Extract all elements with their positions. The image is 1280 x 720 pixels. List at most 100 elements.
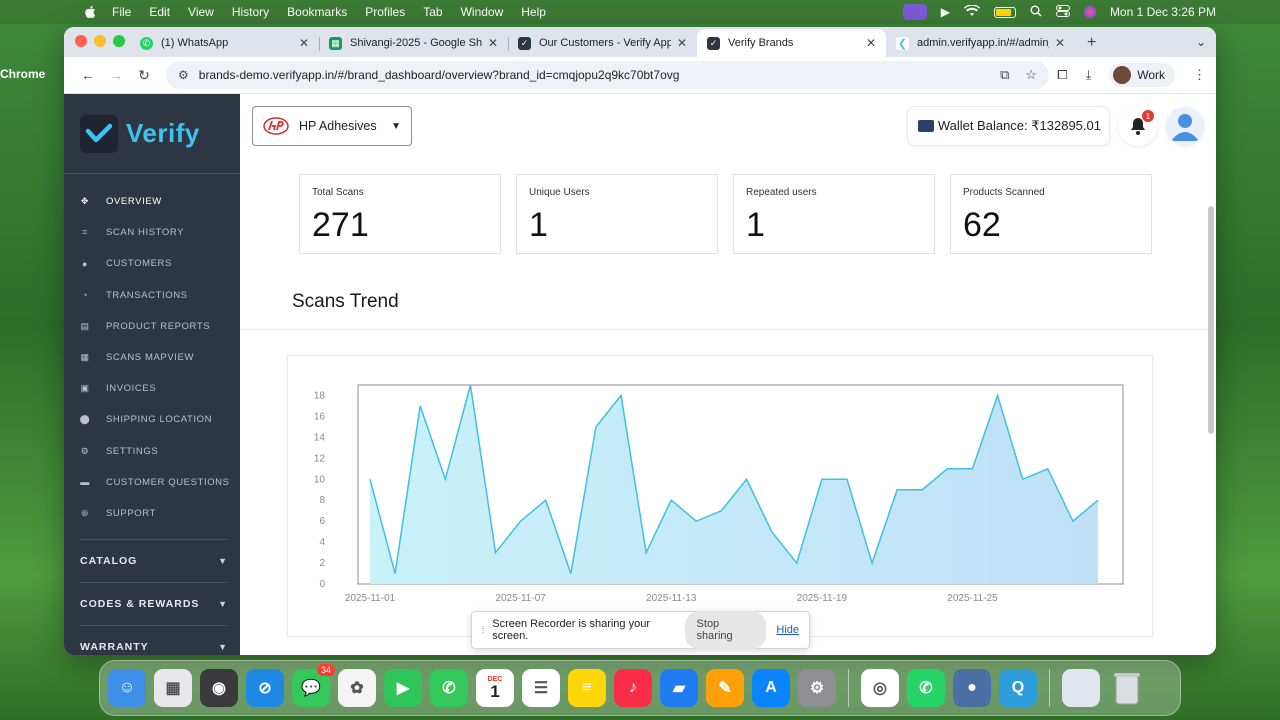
dock-icon-system-settings[interactable]: ⚙: [798, 669, 836, 707]
hide-share-bar-link[interactable]: Hide: [776, 624, 799, 636]
menu-profiles[interactable]: Profiles: [365, 5, 405, 19]
dock-icon-reminders[interactable]: ☰: [522, 669, 560, 707]
tab-admin-verifyapp[interactable]: ❮ admin.verifyapp.in/#/admin_d ✕: [886, 29, 1075, 57]
menu-view[interactable]: View: [188, 5, 214, 19]
search-icon[interactable]: [1030, 5, 1042, 20]
bookmark-star-icon[interactable]: ☆: [1025, 67, 1037, 83]
dock-icon-facetime[interactable]: ▶: [384, 669, 422, 707]
section-codes-rewards[interactable]: CODES & REWARDS ▼: [80, 582, 228, 625]
dock-icon-music[interactable]: ♪: [614, 669, 652, 707]
sidebar-item-customers[interactable]: ● CUSTOMERS: [64, 248, 240, 279]
menu-edit[interactable]: Edit: [149, 5, 170, 19]
screen-recorder-status-icon[interactable]: [902, 4, 927, 20]
scans-trend-title: Scans Trend: [292, 291, 399, 312]
dock-icon-whatsapp[interactable]: ✆: [907, 669, 945, 707]
dock-icon-pages[interactable]: ✎: [706, 669, 744, 707]
back-button[interactable]: ←: [74, 67, 102, 83]
tab-verify-brands[interactable]: ✓ Verify Brands ✕: [697, 29, 886, 57]
dock-icon-photos[interactable]: ✿: [338, 669, 376, 707]
close-window-button[interactable]: [75, 35, 87, 47]
dock-icon-screen-recorder[interactable]: ●: [953, 669, 991, 707]
menu-bookmarks[interactable]: Bookmarks: [287, 5, 347, 19]
brand-name: Verify: [126, 118, 200, 148]
address-bar[interactable]: ⚙ brands-demo.verifyapp.in/#/brand_dashb…: [166, 61, 1050, 89]
dock-icon-screenshot[interactable]: ◉: [200, 669, 238, 707]
whatsapp-icon: ✆: [919, 680, 933, 697]
page-scrollbar[interactable]: [1208, 206, 1214, 434]
close-tab-icon[interactable]: ✕: [866, 36, 876, 50]
chrome-menu-icon[interactable]: ⋮: [1193, 67, 1206, 83]
wifi-icon[interactable]: [963, 3, 980, 20]
sidebar-item-product-reports[interactable]: ▤ PRODUCT REPORTS: [64, 311, 240, 342]
install-app-icon[interactable]: ⧉: [1000, 67, 1009, 83]
tab-our-customers[interactable]: ✓ Our Customers - Verify App ✕: [508, 29, 697, 57]
control-center-icon[interactable]: [1055, 4, 1070, 20]
sidebar-item-customer-questions[interactable]: ▬ CUSTOMER QUESTIONS: [64, 467, 240, 498]
x-tick-label: 2025-11-07: [495, 593, 546, 604]
battery-icon[interactable]: [993, 6, 1016, 18]
close-tab-icon[interactable]: ✕: [488, 36, 498, 50]
apple-menu-icon[interactable]: [82, 4, 98, 20]
menu-window[interactable]: Window: [461, 5, 504, 19]
section-warranty[interactable]: WARRANTY ▼: [80, 625, 228, 655]
dock-icon-messages[interactable]: 💬 34: [292, 664, 335, 707]
sidebar-item-support[interactable]: ⊛ SUPPORT: [64, 498, 240, 529]
menu-tab[interactable]: Tab: [423, 5, 442, 19]
zoom-window-button[interactable]: [113, 35, 125, 47]
drag-handle-icon[interactable]: ⦙: [482, 625, 484, 636]
system-settings-icon: ⚙: [809, 680, 825, 697]
tab-strip: ✆ (1) WhatsApp ✕ ▦ Shivangi-2025 - Googl…: [64, 27, 1216, 57]
close-tab-icon[interactable]: ✕: [1055, 36, 1065, 50]
wallet-balance[interactable]: Wallet Balance: ₹132895.01: [906, 106, 1110, 146]
dock-icon-downloads-stack[interactable]: [1062, 669, 1100, 707]
siri-icon[interactable]: [1083, 6, 1096, 18]
url-text[interactable]: brands-demo.verifyapp.in/#/brand_dashboa…: [199, 68, 1000, 82]
site-info-icon[interactable]: ⚙: [178, 68, 189, 82]
sidebar-item-invoices[interactable]: ▣ INVOICES: [64, 373, 240, 404]
dock-icon-chrome[interactable]: ◎: [861, 669, 899, 707]
sidebar-item-settings[interactable]: ⚙ SETTINGS: [64, 436, 240, 467]
play-icon[interactable]: ▶: [941, 5, 950, 19]
close-tab-icon[interactable]: ✕: [677, 36, 687, 50]
dock-icon-safari[interactable]: ⊘: [246, 669, 284, 707]
profile-button[interactable]: Work: [1109, 63, 1175, 87]
trash-icon[interactable]: [1108, 669, 1146, 707]
reload-button[interactable]: ↻: [130, 67, 158, 84]
forward-button[interactable]: →: [102, 67, 130, 83]
chat-icon: ▬: [80, 477, 90, 488]
dock-icon-calendar[interactable]: DEC 1: [476, 669, 514, 707]
tab-whatsapp[interactable]: ✆ (1) WhatsApp ✕: [130, 29, 319, 57]
stop-sharing-button[interactable]: Stop sharing: [684, 611, 767, 649]
dock-icon-launchpad[interactable]: ▦: [154, 669, 192, 707]
close-tab-icon[interactable]: ✕: [299, 36, 309, 50]
brand-selector[interactable]: HP Adhesives ▼: [252, 106, 412, 146]
menubar-clock[interactable]: Mon 1 Dec 3:26 PM: [1110, 5, 1216, 19]
dock-icon-app-store[interactable]: A: [752, 669, 790, 707]
user-avatar[interactable]: [1166, 107, 1204, 145]
x-tick-label: 2025-11-13: [646, 593, 697, 604]
dock-icon-phone[interactable]: ✆: [430, 669, 468, 707]
dock-icon-quicktime[interactable]: Q: [999, 669, 1037, 707]
sidebar-item-transactions[interactable]: ◔ TRANSACTIONS: [64, 280, 240, 311]
tab-search-chevron-icon[interactable]: ⌄: [1196, 35, 1206, 49]
sidebar-item-scan-history[interactable]: ⌗ SCAN HISTORY: [64, 217, 240, 248]
new-tab-button[interactable]: +: [1087, 29, 1096, 57]
notifications-button[interactable]: 1: [1118, 106, 1158, 146]
sidebar-item-shipping-location[interactable]: ⬤ SHIPPING LOCATION: [64, 404, 240, 435]
section-catalog[interactable]: CATALOG ▼: [80, 539, 228, 582]
dock-icon-notes[interactable]: ≡: [568, 669, 606, 707]
minimize-window-button[interactable]: [94, 35, 106, 47]
menu-file[interactable]: File: [112, 5, 131, 19]
stat-value: 62: [963, 206, 1001, 244]
dock-icon-keynote[interactable]: ▰: [660, 669, 698, 707]
extensions-icon[interactable]: ⧠: [1057, 67, 1067, 83]
sidebar-item-scans-mapview[interactable]: ▦ SCANS MAPVIEW: [64, 342, 240, 373]
sidebar-item-overview[interactable]: ✥ OVERVIEW: [64, 186, 240, 217]
dock-icon-finder[interactable]: ☺: [108, 669, 146, 707]
menu-history[interactable]: History: [232, 5, 269, 19]
sidebar-item-label: SETTINGS: [106, 445, 159, 457]
menu-help[interactable]: Help: [521, 5, 546, 19]
tab-google-sheets[interactable]: ▦ Shivangi-2025 - Google Shee ✕: [319, 29, 508, 57]
y-tick-label: 6: [319, 516, 325, 527]
download-icon[interactable]: ⤓: [1085, 67, 1091, 83]
